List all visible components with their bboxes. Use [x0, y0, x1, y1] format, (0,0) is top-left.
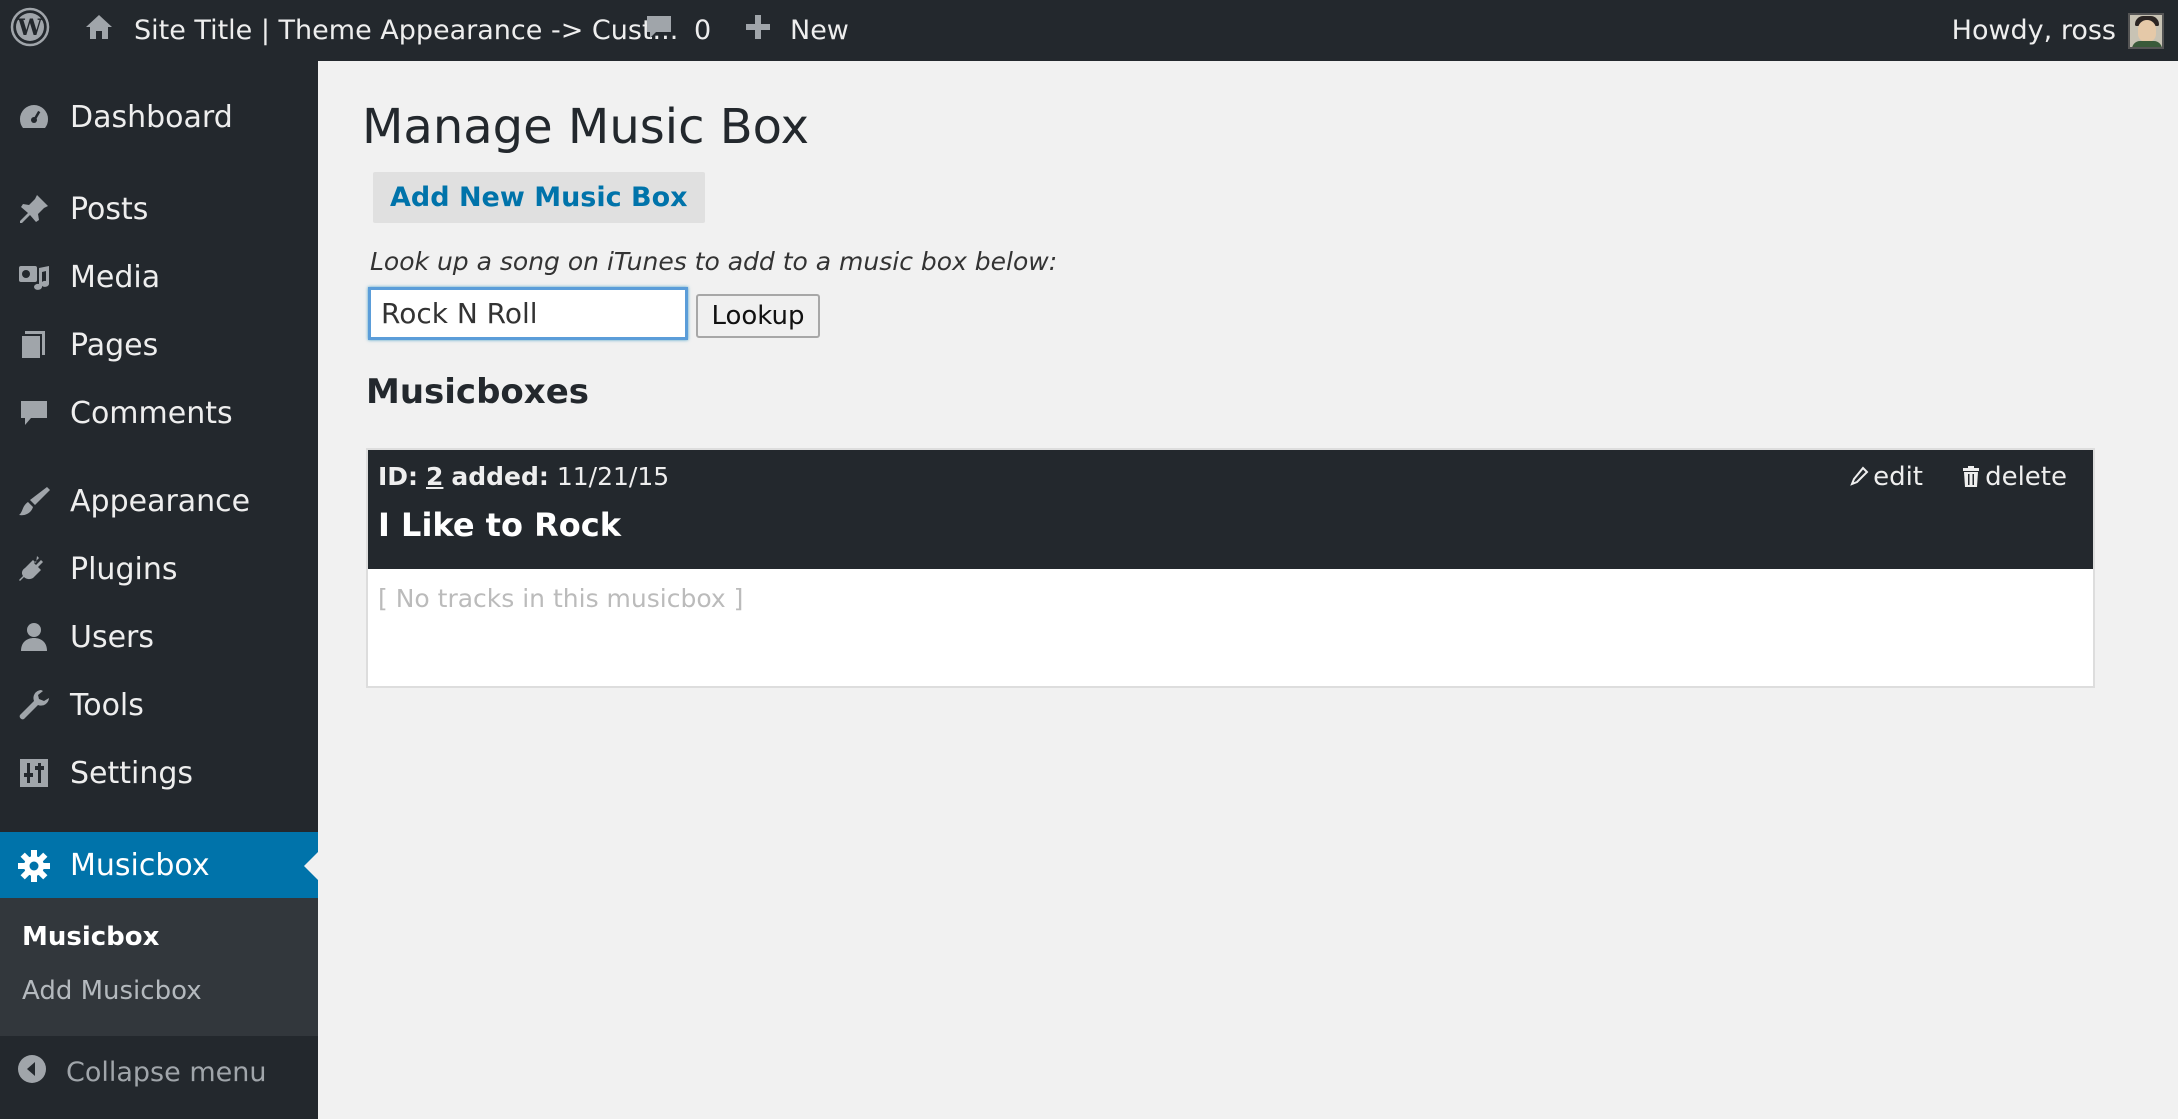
- collapse-menu-button[interactable]: Collapse menu: [0, 1040, 318, 1104]
- main-content: Manage Music Box Add New Music Box Look …: [318, 61, 2178, 1119]
- comments-count: 0: [694, 15, 712, 46]
- edit-label: edit: [1873, 462, 1923, 492]
- sidebar-item-plugins[interactable]: Plugins: [0, 537, 318, 601]
- new-content-link[interactable]: New: [744, 0, 849, 61]
- delete-musicbox-link[interactable]: delete: [1961, 462, 2067, 492]
- home-icon: [84, 12, 114, 49]
- sidebar-item-label: Pages: [70, 327, 159, 363]
- brush-icon: [16, 483, 52, 519]
- new-label: New: [790, 15, 849, 46]
- add-new-music-box-button[interactable]: Add New Music Box: [373, 172, 705, 223]
- no-tracks-message: [ No tracks in this musicbox ]: [378, 584, 744, 613]
- sidebar-item-comments[interactable]: Comments: [0, 381, 318, 445]
- site-title-text: Site Title | Theme Appearance -> Cust...: [134, 15, 679, 46]
- my-account-menu[interactable]: Howdy, ross: [1952, 0, 2164, 61]
- sidebar-item-label: Settings: [70, 755, 194, 791]
- musicboxes-heading: Musicboxes: [366, 372, 590, 412]
- svg-text:W: W: [17, 15, 43, 41]
- site-name-link[interactable]: Site Title | Theme Appearance -> Cust...: [84, 0, 678, 61]
- wrench-icon: [16, 687, 52, 723]
- wordpress-logo-icon: W: [10, 7, 50, 54]
- lookup-song-input[interactable]: [368, 287, 688, 340]
- sidebar-item-users[interactable]: Users: [0, 605, 318, 669]
- comment-icon: [16, 395, 52, 431]
- avatar: [2128, 12, 2164, 49]
- admin-bar: W Site Title | Theme Appearance -> Cust.…: [0, 0, 2178, 61]
- delete-label: delete: [1985, 462, 2067, 492]
- wordpress-logo-menu[interactable]: W: [10, 0, 54, 61]
- submenu-item-add-musicbox[interactable]: Add Musicbox: [22, 976, 202, 1006]
- sidebar-item-settings[interactable]: Settings: [0, 741, 318, 805]
- sidebar-item-posts[interactable]: Posts: [0, 177, 318, 241]
- pencil-icon: [1849, 466, 1869, 488]
- sidebar-item-appearance[interactable]: Appearance: [0, 469, 318, 533]
- sidebar-item-musicbox[interactable]: Musicbox: [0, 832, 318, 899]
- submenu-item-musicbox[interactable]: Musicbox: [22, 922, 159, 952]
- sidebar-item-pages[interactable]: Pages: [0, 313, 318, 377]
- musicbox-meta: ID: 2 added: 11/21/15: [378, 462, 669, 491]
- sidebar-item-media[interactable]: Media: [0, 245, 318, 309]
- sidebar-item-label: Tools: [70, 687, 144, 723]
- greeting-text: Howdy, ross: [1951, 15, 2116, 46]
- sidebar-item-dashboard[interactable]: Dashboard: [0, 85, 318, 149]
- sidebar-item-label: Dashboard: [70, 99, 233, 135]
- added-date: 11/21/15: [556, 462, 670, 491]
- musicbox-submenu: Musicbox Add Musicbox: [0, 898, 318, 1036]
- user-icon: [16, 619, 52, 655]
- sidebar-item-tools[interactable]: Tools: [0, 673, 318, 737]
- musicbox-id-link[interactable]: 2: [426, 462, 443, 491]
- musicbox-header: ID: 2 added: 11/21/15 I Like to Rock edi…: [368, 450, 2093, 569]
- plug-icon: [16, 551, 52, 587]
- settings-sliders-icon: [16, 755, 52, 791]
- pages-icon: [16, 327, 52, 363]
- sidebar-item-label: Media: [70, 259, 161, 295]
- id-label: ID:: [378, 462, 419, 491]
- musicbox-card: ID: 2 added: 11/21/15 I Like to Rock edi…: [366, 448, 2095, 688]
- comments-link[interactable]: 0: [644, 0, 711, 61]
- plus-icon: [744, 13, 772, 48]
- sidebar-item-label: Comments: [70, 395, 233, 431]
- comment-icon: [644, 12, 674, 49]
- page-title: Manage Music Box: [362, 99, 809, 155]
- dashboard-icon: [16, 99, 52, 135]
- lookup-label: Look up a song on iTunes to add to a mus…: [370, 247, 1058, 276]
- media-icon: [16, 259, 52, 295]
- added-label: added:: [451, 462, 549, 491]
- gear-icon: [16, 848, 52, 884]
- sidebar-item-label: Plugins: [70, 551, 178, 587]
- sidebar-item-label: Users: [70, 619, 155, 655]
- collapse-menu-label: Collapse menu: [66, 1056, 267, 1088]
- pin-icon: [16, 191, 52, 227]
- current-menu-arrow: [304, 851, 318, 880]
- lookup-button[interactable]: Lookup: [696, 294, 820, 338]
- trash-icon: [1961, 465, 1981, 489]
- sidebar-item-label: Musicbox: [70, 848, 210, 883]
- sidebar-item-label: Posts: [70, 191, 149, 227]
- musicbox-title: I Like to Rock: [378, 506, 621, 544]
- sidebar-item-label: Appearance: [70, 483, 251, 519]
- collapse-arrow-icon: [16, 1053, 48, 1092]
- edit-musicbox-link[interactable]: edit: [1849, 462, 1923, 492]
